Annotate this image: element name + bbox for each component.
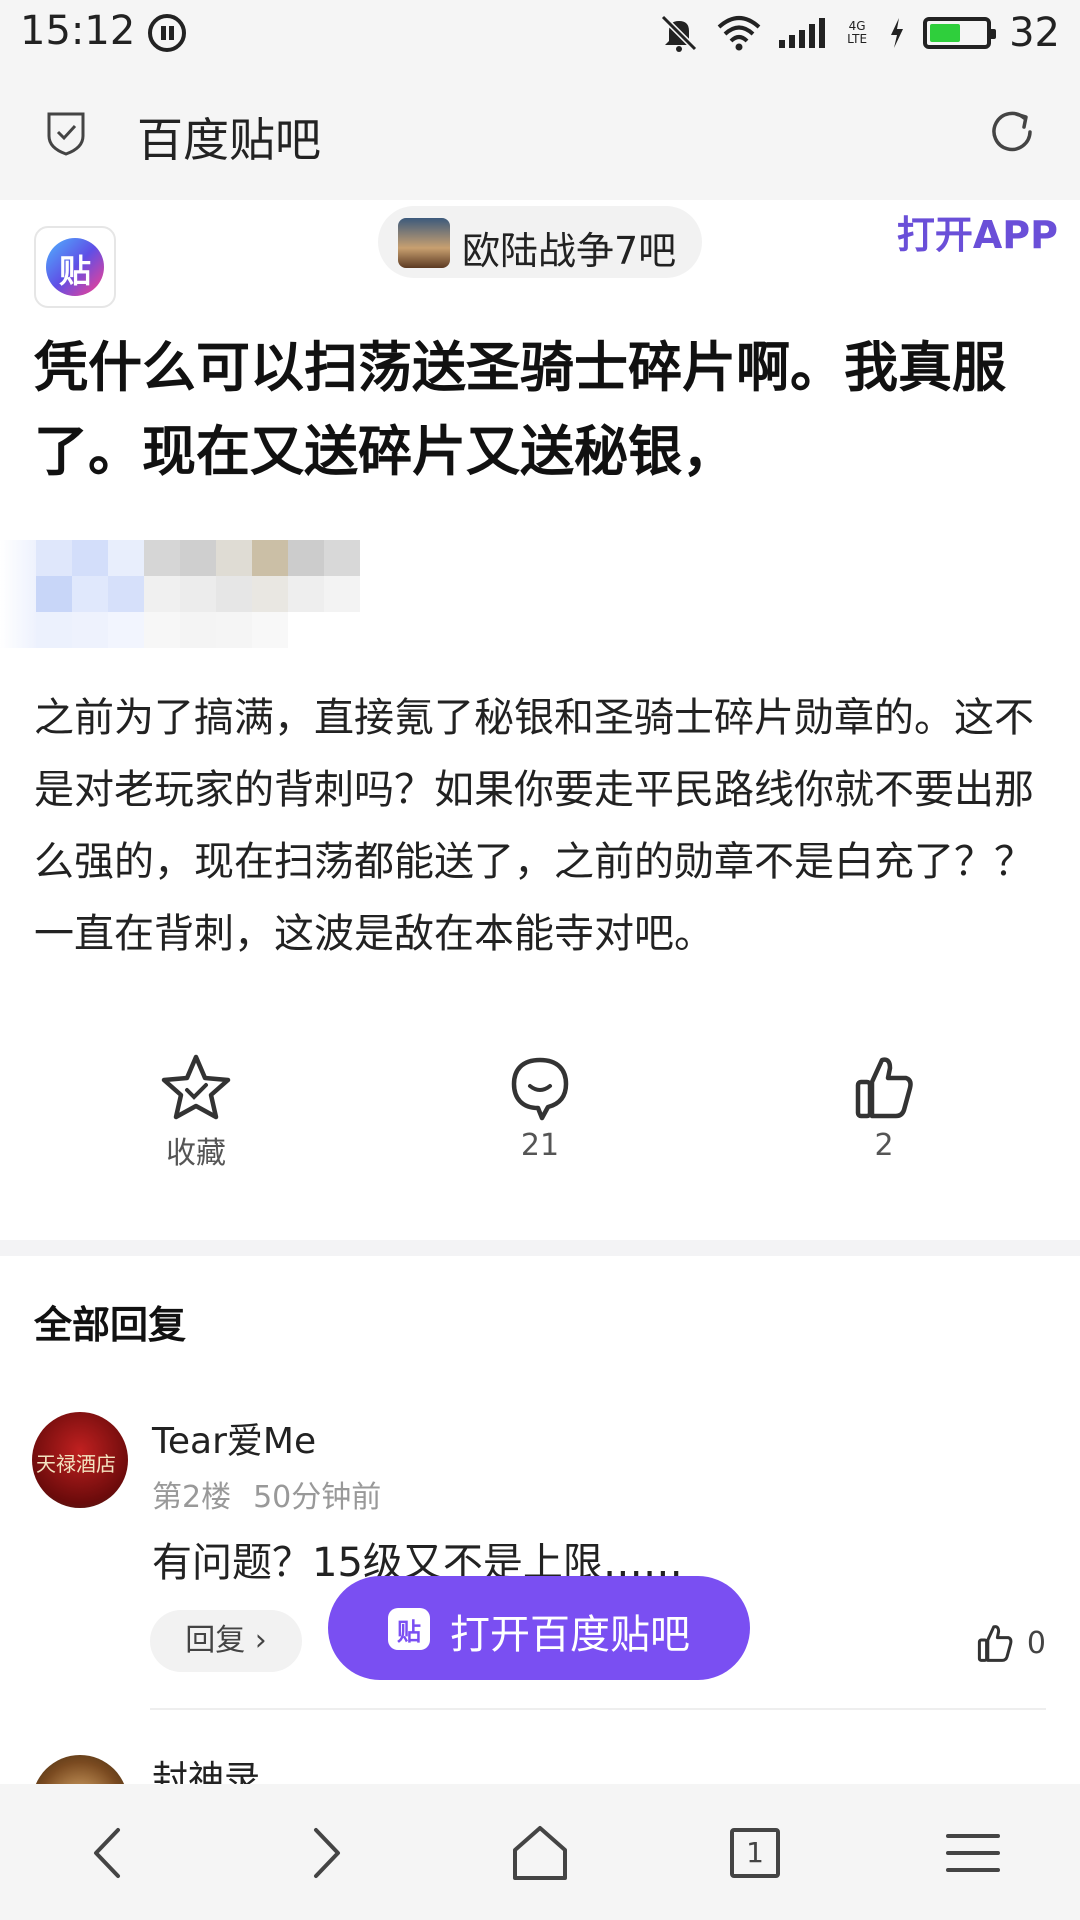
logo-glyph: 贴	[58, 252, 91, 290]
comment-count: 21	[520, 1128, 560, 1163]
open-tieba-label: 打开百度贴吧	[450, 1612, 690, 1658]
post-body: 之前为了搞满，直接氪了秘银和圣骑士碎片勋章的。这不是对老玩家的背刺吗？如果你要走…	[34, 695, 1034, 957]
avatar[interactable]: 天禄酒店	[32, 1412, 128, 1508]
reply-time: 50分钟前	[253, 1480, 382, 1515]
star-icon	[161, 1054, 231, 1120]
page-title: 百度贴吧	[137, 113, 321, 167]
browser-title-bar: 百度贴吧	[0, 66, 1080, 200]
reply-username[interactable]: 封神录	[152, 1750, 260, 1784]
tieba-logo[interactable]: 贴	[34, 226, 116, 308]
app-icon-glyph: 贴	[397, 1618, 421, 1646]
status-time: 15:12	[20, 8, 136, 54]
tieba-app-icon: 贴	[388, 1608, 430, 1650]
forum-pill[interactable]: 欧陆战争7吧	[378, 206, 702, 278]
shield-check-icon[interactable]	[46, 110, 86, 156]
like-action[interactable]: 2	[814, 1052, 954, 1163]
thumbs-up-icon	[977, 1625, 1013, 1662]
favorite-label: 收藏	[166, 1136, 226, 1171]
forum-avatar	[398, 218, 450, 268]
thumbs-up-icon	[855, 1057, 913, 1119]
refresh-icon[interactable]	[986, 106, 1038, 158]
blurred-author-info	[36, 540, 360, 648]
post-title: 凭什么可以扫荡送圣骑士碎片啊。我真服了。现在又送碎片又送秘银，	[34, 336, 1006, 483]
wifi-icon	[717, 16, 761, 51]
network-type: 4G LTE	[847, 19, 868, 46]
forum-name: 欧陆战争7吧	[462, 229, 677, 273]
status-bar: 15:12 4G LTE 32	[0, 0, 1080, 66]
back-icon[interactable]	[74, 1818, 144, 1888]
reply-button[interactable]: 回复 ›	[150, 1610, 302, 1672]
tabs-icon[interactable]: 1	[722, 1818, 792, 1888]
like-count: 2	[874, 1128, 894, 1163]
comment-action[interactable]: 21	[470, 1052, 610, 1163]
mosaic-edge	[0, 540, 36, 648]
favorite-action[interactable]: 收藏	[126, 1052, 266, 1172]
charging-icon	[891, 18, 904, 48]
mute-icon	[660, 14, 698, 52]
reply-separator	[150, 1708, 1046, 1710]
forward-icon[interactable]	[290, 1818, 360, 1888]
reply-floor: 第2楼	[152, 1480, 232, 1515]
open-app-link[interactable]: 打开APP	[897, 204, 1058, 259]
home-icon[interactable]	[505, 1818, 575, 1888]
reply-meta: 第2楼 50分钟前	[152, 1472, 403, 1516]
comment-icon	[511, 1057, 569, 1121]
battery-icon	[923, 17, 997, 49]
post-content: 贴 欧陆战争7吧 打开APP 凭什么可以扫荡送圣骑士碎片啊。我真服了。现在又送碎…	[0, 200, 1080, 1784]
pause-icon	[148, 14, 186, 52]
menu-icon[interactable]	[938, 1818, 1008, 1888]
status-icons: 4G LTE 32	[659, 8, 1060, 58]
tab-count: 1	[746, 1836, 764, 1869]
battery-level: 32	[1009, 10, 1060, 56]
reply-like-count: 0	[1026, 1625, 1046, 1661]
section-divider	[0, 1240, 1080, 1256]
reply-like-button[interactable]: 0	[975, 1618, 1046, 1668]
avatar[interactable]	[32, 1755, 128, 1784]
signal-icon	[779, 18, 826, 48]
browser-bottom-nav: 1	[0, 1784, 1080, 1920]
reply-username[interactable]: Tear爱Me	[152, 1412, 316, 1464]
open-tieba-button[interactable]: 贴 打开百度贴吧	[328, 1576, 750, 1680]
replies-title: 全部回复	[34, 1303, 187, 1347]
